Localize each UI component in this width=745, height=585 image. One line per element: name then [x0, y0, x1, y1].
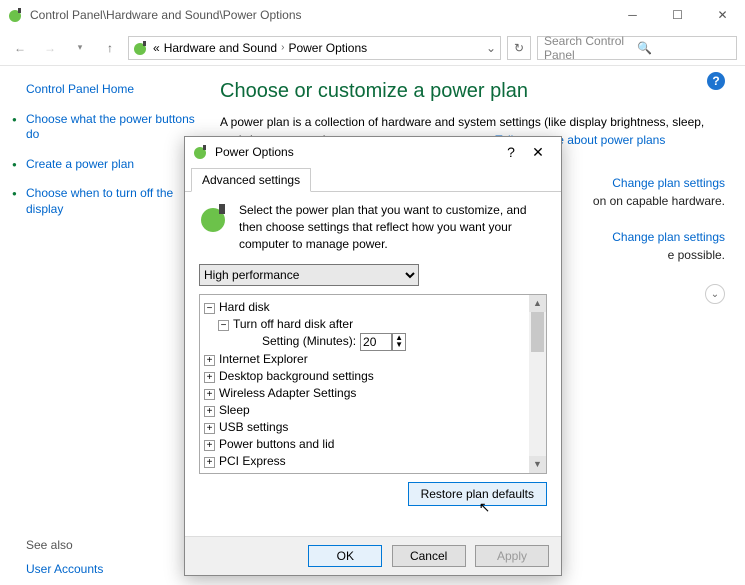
forward-button[interactable]: → — [38, 36, 62, 60]
title-path: Control Panel\Hardware and Sound\Power O… — [30, 8, 610, 22]
crumb-power[interactable]: Power Options — [288, 41, 367, 55]
link-turn-off-display[interactable]: Choose when to turn off the display — [26, 186, 200, 217]
collapse-icon[interactable]: − — [204, 303, 215, 314]
expand-icon[interactable]: + — [204, 440, 215, 451]
power-icon — [193, 144, 209, 160]
expand-icon[interactable]: + — [204, 423, 215, 434]
dialog-instructions: Select the power plan that you want to c… — [239, 202, 547, 252]
expand-icon[interactable]: + — [204, 389, 215, 400]
expand-section-icon[interactable]: ⌄ — [705, 284, 725, 304]
change-plan-link-1[interactable]: Change plan settings — [612, 176, 725, 190]
search-placeholder: Search Control Panel — [544, 34, 637, 62]
maximize-button[interactable]: ☐ — [655, 0, 700, 30]
setting-label: Setting (Minutes): — [262, 335, 356, 349]
dialog-close-button[interactable]: ✕ — [523, 144, 553, 161]
setting-value-input[interactable]: 20 — [360, 333, 392, 351]
expand-icon[interactable]: + — [204, 355, 215, 366]
tree-cpu[interactable]: Processor power management — [219, 471, 382, 474]
scroll-down-icon[interactable]: ▼ — [529, 456, 546, 473]
change-plan-link-2[interactable]: Change plan settings — [612, 230, 725, 244]
power-options-dialog: Power Options ? ✕ Advanced settings Sele… — [184, 136, 562, 576]
address-bar[interactable]: « Hardware and Sound › Power Options ⌄ — [128, 36, 501, 60]
cursor-icon: ↖ — [479, 499, 491, 516]
page-heading: Choose or customize a power plan — [220, 80, 725, 103]
control-panel-home-link[interactable]: Control Panel Home — [26, 82, 200, 98]
scroll-thumb[interactable] — [531, 312, 544, 352]
apply-button[interactable]: Apply — [475, 545, 549, 567]
tree-pci[interactable]: PCI Express — [219, 454, 286, 468]
tree-sleep[interactable]: Sleep — [219, 403, 250, 417]
scroll-up-icon[interactable]: ▲ — [529, 295, 546, 312]
restore-defaults-button[interactable]: Restore plan defaults ↖ — [408, 482, 547, 506]
minimize-button[interactable]: ─ — [610, 0, 655, 30]
tree-ie[interactable]: Internet Explorer — [219, 352, 308, 366]
link-power-buttons[interactable]: Choose what the power buttons do — [26, 112, 200, 143]
power-plan-select[interactable]: High performance — [199, 264, 419, 286]
crumb-hardware[interactable]: Hardware and Sound — [164, 41, 277, 55]
power-icon — [133, 40, 149, 56]
tree-power-buttons[interactable]: Power buttons and lid — [219, 437, 334, 451]
text-capable: on on capable hardware. — [593, 194, 725, 208]
settings-tree: −Hard disk −Turn off hard disk after Set… — [199, 294, 547, 474]
crumb-prefix: « — [153, 41, 160, 55]
ok-button[interactable]: OK — [308, 545, 382, 567]
search-input[interactable]: Search Control Panel 🔍 — [537, 36, 737, 60]
history-dropdown[interactable]: ▾ — [68, 36, 92, 60]
address-dropdown-icon[interactable]: ⌄ — [486, 41, 496, 55]
chevron-right-icon: › — [281, 42, 284, 53]
tree-desktop-bg[interactable]: Desktop background settings — [219, 369, 374, 383]
refresh-button[interactable]: ↻ — [507, 36, 531, 60]
power-icon — [8, 7, 24, 23]
see-also-heading: See also — [26, 538, 200, 552]
tree-turn-off-hd[interactable]: Turn off hard disk after — [233, 317, 353, 331]
power-icon — [199, 202, 231, 234]
tree-hard-disk[interactable]: Hard disk — [219, 300, 270, 314]
expand-icon[interactable]: + — [204, 457, 215, 468]
dialog-help-button[interactable]: ? — [499, 144, 523, 160]
tree-usb[interactable]: USB settings — [219, 420, 288, 434]
link-user-accounts[interactable]: User Accounts — [26, 562, 200, 578]
link-create-plan[interactable]: Create a power plan — [26, 157, 200, 173]
back-button[interactable]: ← — [8, 36, 32, 60]
expand-icon[interactable]: + — [204, 406, 215, 417]
tab-advanced-settings[interactable]: Advanced settings — [191, 168, 311, 192]
help-icon[interactable]: ? — [707, 72, 725, 90]
scrollbar[interactable]: ▲ ▼ — [529, 295, 546, 473]
spinner-buttons[interactable]: ▲▼ — [392, 333, 406, 351]
cancel-button[interactable]: Cancel — [392, 545, 466, 567]
up-button[interactable]: ↑ — [98, 36, 122, 60]
expand-icon[interactable]: + — [204, 372, 215, 383]
search-icon: 🔍 — [637, 41, 730, 55]
close-button[interactable]: ✕ — [700, 0, 745, 30]
text-possible: e possible. — [668, 248, 725, 262]
collapse-icon[interactable]: − — [218, 320, 229, 331]
dialog-title: Power Options — [215, 145, 499, 159]
tree-wireless[interactable]: Wireless Adapter Settings — [219, 386, 356, 400]
